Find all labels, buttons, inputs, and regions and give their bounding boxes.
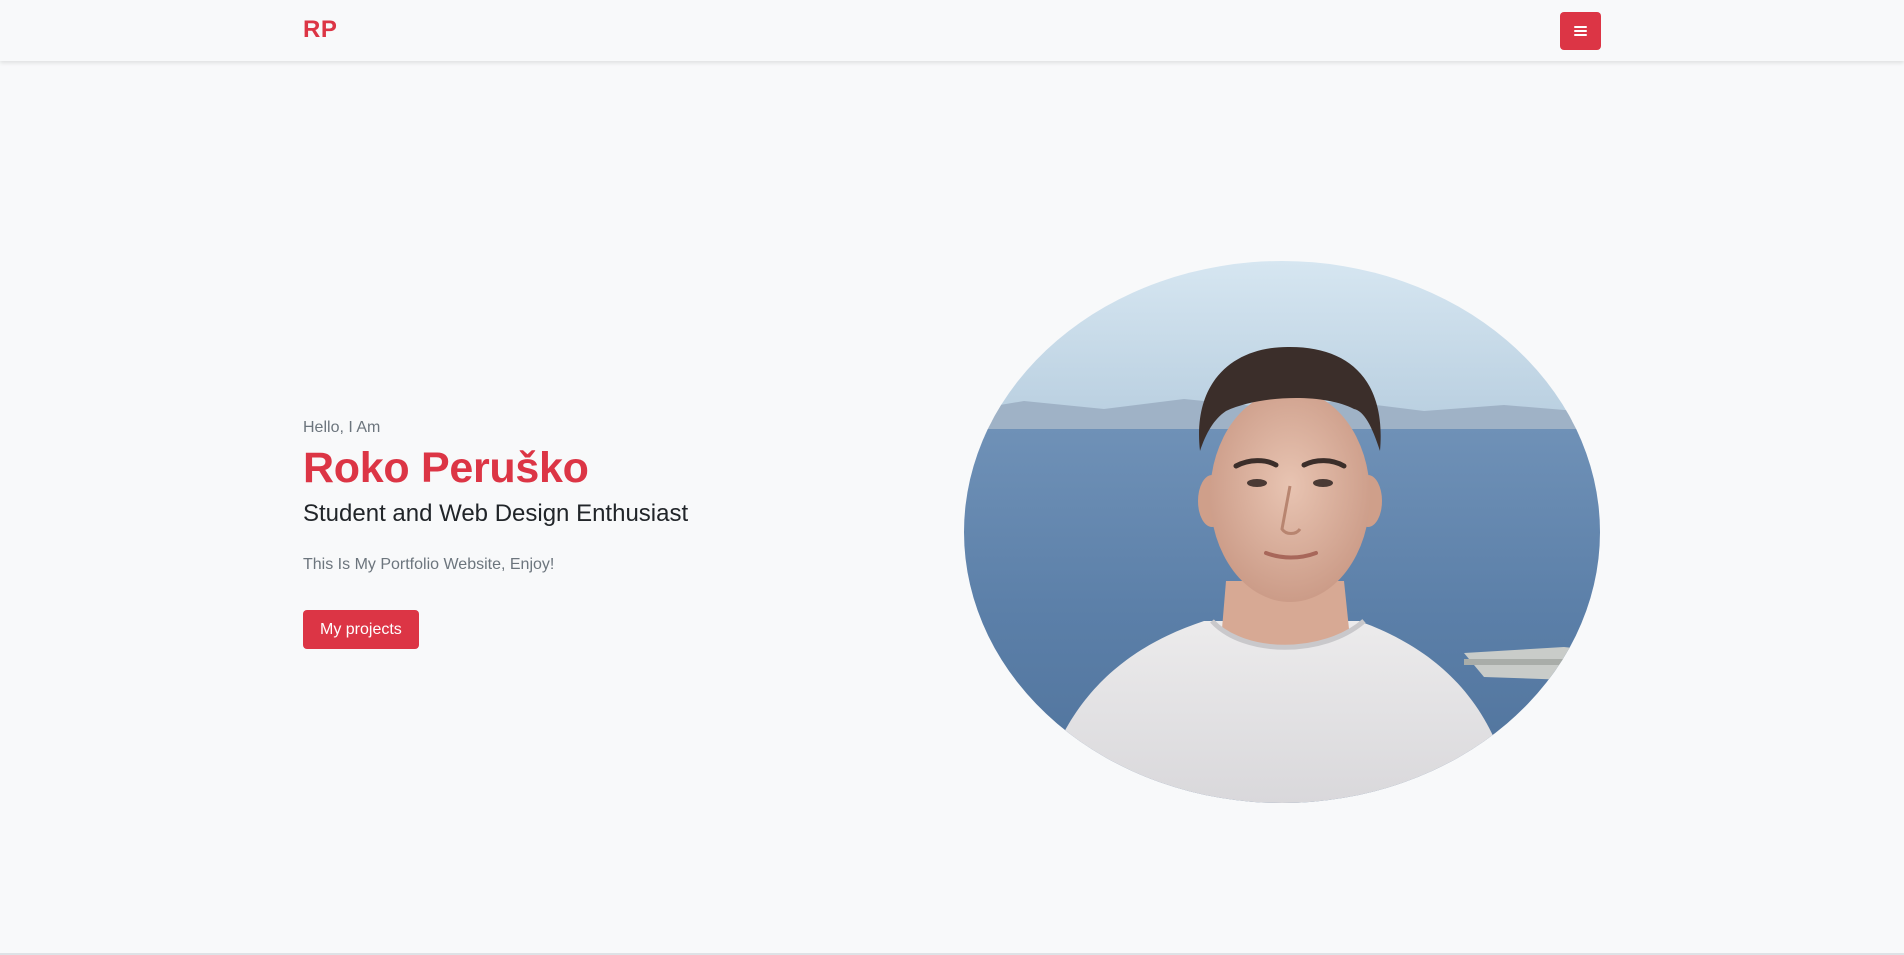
hero-intro: Hello, I Am Roko Peruško Student and Web… (303, 416, 903, 649)
menu-toggle-button[interactable] (1560, 12, 1601, 50)
profile-photo (964, 261, 1600, 803)
hero-role: Student and Web Design Enthusiast (303, 500, 689, 527)
hero-name: Roko Peruško (303, 444, 589, 492)
hero-tagline: This Is My Portfolio Website, Enjoy! (303, 556, 555, 573)
hamburger-menu-icon (1574, 26, 1587, 36)
my-projects-button[interactable]: My projects (303, 610, 419, 649)
hero-greeting: Hello, I Am (303, 419, 381, 436)
brand-logo[interactable]: RP (303, 16, 337, 44)
navbar: RP (0, 0, 1904, 61)
